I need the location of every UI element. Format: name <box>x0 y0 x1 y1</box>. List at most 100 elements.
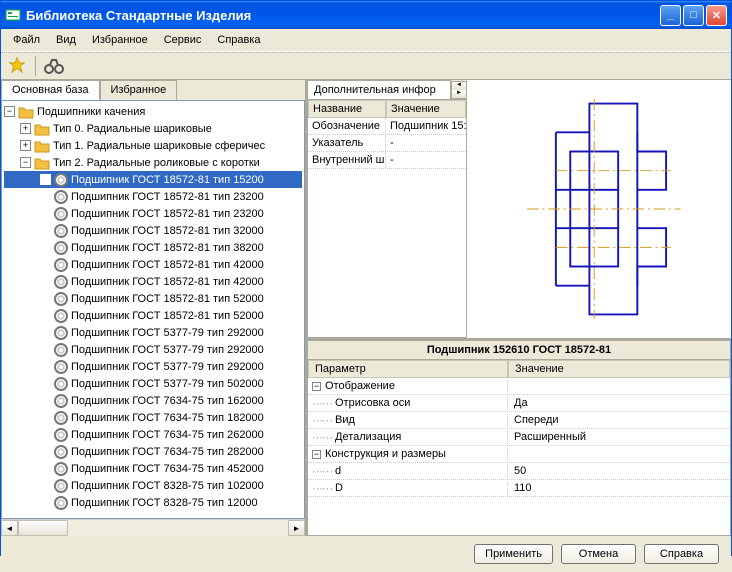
tree-hscrollbar[interactable]: ◄ ► <box>1 519 305 536</box>
tree-item[interactable]: Подшипник ГОСТ 7634-75 тип 282000 <box>4 443 302 460</box>
info-row[interactable]: Указатель- <box>308 135 466 152</box>
group-label: Отображение <box>325 380 395 392</box>
toolbar-separator <box>35 56 36 76</box>
bearing-icon <box>54 479 68 493</box>
tree-item[interactable]: Подшипник ГОСТ 18572-81 тип 15200 <box>4 171 302 188</box>
tree-item[interactable]: Подшипник ГОСТ 18572-81 тип 42000 <box>4 273 302 290</box>
help-button[interactable]: Справка <box>644 544 719 564</box>
binoculars-icon[interactable] <box>44 56 64 76</box>
scroll-track[interactable] <box>68 520 288 536</box>
param-group[interactable]: −Конструкция и размеры <box>308 446 730 463</box>
menu-fav[interactable]: Избранное <box>84 31 156 49</box>
info-row[interactable]: ОбозначениеПодшипник 15: <box>308 118 466 135</box>
tree-item[interactable]: Подшипник ГОСТ 18572-81 тип 32000 <box>4 222 302 239</box>
scroll-thumb[interactable] <box>18 520 68 536</box>
param-row[interactable]: ⋯⋯D110 <box>308 480 730 497</box>
tree-branch[interactable]: −Тип 2. Радиальные роликовые с коротки <box>4 154 302 171</box>
tree-item-label: Подшипник ГОСТ 18572-81 тип 52000 <box>71 310 264 322</box>
tree-item[interactable]: Подшипник ГОСТ 18572-81 тип 52000 <box>4 290 302 307</box>
tree-item[interactable]: Подшипник ГОСТ 7634-75 тип 262000 <box>4 426 302 443</box>
bearing-icon <box>54 360 68 374</box>
menu-help[interactable]: Справка <box>209 31 268 49</box>
menu-service[interactable]: Сервис <box>156 31 210 49</box>
scroll-right-button[interactable]: ► <box>288 520 305 536</box>
tree-item[interactable]: Подшипник ГОСТ 5377-79 тип 292000 <box>4 324 302 341</box>
tree-item-label: Подшипник ГОСТ 18572-81 тип 23200 <box>71 191 264 203</box>
tree-item-label: Подшипник ГОСТ 7634-75 тип 162000 <box>71 395 264 407</box>
info-row[interactable]: Внутренний ши- <box>308 152 466 169</box>
tree-item[interactable]: Подшипник ГОСТ 5377-79 тип 292000 <box>4 358 302 375</box>
favorite-icon[interactable] <box>7 56 27 76</box>
tree-item[interactable]: Подшипник ГОСТ 5377-79 тип 292000 <box>4 341 302 358</box>
cancel-button[interactable]: Отмена <box>561 544 636 564</box>
param-value: 50 <box>508 465 730 477</box>
tree-item[interactable]: Подшипник ГОСТ 18572-81 тип 52000 <box>4 307 302 324</box>
bearing-icon <box>54 343 68 357</box>
tree-item-label: Подшипник ГОСТ 7634-75 тип 182000 <box>71 412 264 424</box>
param-name: Детализация <box>335 431 401 443</box>
collapse-icon[interactable]: − <box>312 450 321 459</box>
info-cell-value: - <box>386 152 466 168</box>
app-icon <box>5 7 21 23</box>
menubar: Файл Вид Избранное Сервис Справка <box>1 29 731 52</box>
menu-view[interactable]: Вид <box>48 31 84 49</box>
titlebar[interactable]: Библиотека Стандартные Изделия _ □ ✕ <box>1 1 731 29</box>
info-cell-value: Подшипник 15: <box>386 118 466 134</box>
params-header-value[interactable]: Значение <box>508 360 730 378</box>
tree-item-label: Подшипник ГОСТ 18572-81 тип 23200 <box>71 208 264 220</box>
info-cell-name: Указатель <box>308 135 386 151</box>
tree-item[interactable]: Подшипник ГОСТ 7634-75 тип 182000 <box>4 409 302 426</box>
minimize-button[interactable]: _ <box>660 5 681 26</box>
scroll-left-button[interactable]: ◄ <box>1 520 18 536</box>
bearing-icon <box>54 445 68 459</box>
param-name: Вид <box>335 414 355 426</box>
button-row: Применить Отмена Справка <box>1 536 731 572</box>
tree-item[interactable]: Подшипник ГОСТ 18572-81 тип 23200 <box>4 188 302 205</box>
tab-favorites[interactable]: Избранное <box>100 80 178 100</box>
maximize-button[interactable]: □ <box>683 5 704 26</box>
tree-item[interactable]: Подшипник ГОСТ 8328-75 тип 12000 <box>4 494 302 511</box>
params-header-parameter[interactable]: Параметр <box>308 360 508 378</box>
menu-file[interactable]: Файл <box>5 31 48 49</box>
close-button[interactable]: ✕ <box>706 5 727 26</box>
param-value: Да <box>508 397 730 409</box>
tree-item[interactable]: Подшипник ГОСТ 7634-75 тип 452000 <box>4 460 302 477</box>
bearing-drawing <box>494 94 704 324</box>
tree-branch[interactable]: +Тип 0. Радиальные шариковые <box>4 120 302 137</box>
spin-left-icon[interactable]: ◄ <box>452 82 466 90</box>
tree-root[interactable]: −Подшипники качения <box>4 103 302 120</box>
param-row[interactable]: ⋯⋯d50 <box>308 463 730 480</box>
param-name: D <box>335 482 343 494</box>
info-tab[interactable]: Дополнительная инфор <box>307 80 451 99</box>
info-header-name[interactable]: Название <box>308 100 386 118</box>
param-group[interactable]: −Отображение <box>308 378 730 395</box>
tree-item-label: Подшипник ГОСТ 5377-79 тип 502000 <box>71 378 264 390</box>
tree-item-label: Подшипник ГОСТ 7634-75 тип 262000 <box>71 429 264 441</box>
info-cell-name: Обозначение <box>308 118 386 134</box>
bearing-icon <box>54 190 68 204</box>
params-title: Подшипник 152610 ГОСТ 18572-81 <box>308 341 730 360</box>
tree-item-label: Подшипник ГОСТ 5377-79 тип 292000 <box>71 344 264 356</box>
info-table: Название Значение ОбозначениеПодшипник 1… <box>307 99 467 338</box>
tree-item[interactable]: Подшипник ГОСТ 5377-79 тип 502000 <box>4 375 302 392</box>
tab-main-db[interactable]: Основная база <box>1 80 100 100</box>
tree-item-label: Подшипник ГОСТ 18572-81 тип 15200 <box>71 174 264 186</box>
tree-item[interactable]: Подшипник ГОСТ 7634-75 тип 162000 <box>4 392 302 409</box>
tree-item[interactable]: Подшипник ГОСТ 18572-81 тип 23200 <box>4 205 302 222</box>
apply-button[interactable]: Применить <box>474 544 553 564</box>
bearing-icon <box>54 207 68 221</box>
tree-view[interactable]: −Подшипники качения +Тип 0. Радиальные ш… <box>1 100 305 519</box>
top-right-area: Дополнительная инфор ◄ ► Название Значен… <box>307 80 731 340</box>
spin-right-icon[interactable]: ► <box>452 90 466 98</box>
bearing-icon <box>54 275 68 289</box>
param-row[interactable]: ⋯⋯ВидСпереди <box>308 412 730 429</box>
tree-item[interactable]: Подшипник ГОСТ 18572-81 тип 38200 <box>4 239 302 256</box>
param-row[interactable]: ⋯⋯Отрисовка осиДа <box>308 395 730 412</box>
tree-item[interactable]: Подшипник ГОСТ 8328-75 тип 102000 <box>4 477 302 494</box>
info-header-value[interactable]: Значение <box>386 100 466 118</box>
collapse-icon[interactable]: − <box>312 382 321 391</box>
tab-spinner[interactable]: ◄ ► <box>451 81 467 99</box>
tree-branch[interactable]: +Тип 1. Радиальные шариковые сферичес <box>4 137 302 154</box>
tree-item[interactable]: Подшипник ГОСТ 18572-81 тип 42000 <box>4 256 302 273</box>
param-row[interactable]: ⋯⋯ДетализацияРасширенный <box>308 429 730 446</box>
